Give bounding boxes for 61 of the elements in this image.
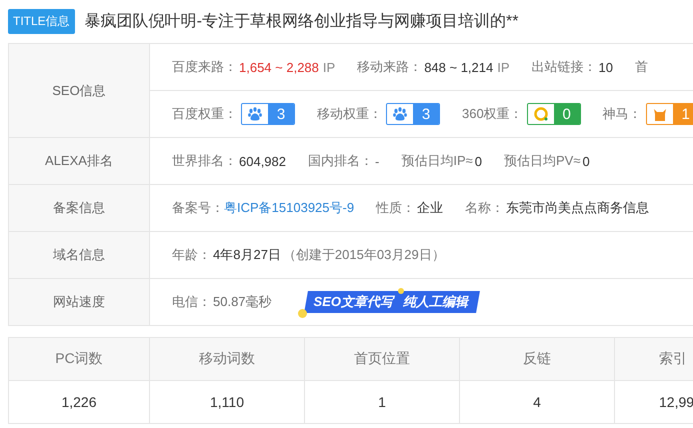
field-value: 604,982 xyxy=(239,154,286,168)
row-label: 备案信息 xyxy=(9,185,150,231)
column-header: 索引 xyxy=(658,349,688,368)
field-label: 世界排名： xyxy=(172,152,237,170)
field-label: 国内排名： xyxy=(308,152,373,170)
paw-icon xyxy=(247,106,263,122)
column-header: 反链 xyxy=(460,338,615,380)
row-label: SEO信息 xyxy=(9,44,150,137)
field-value: - xyxy=(375,154,380,168)
table-cell: 1 xyxy=(305,381,460,423)
table-cell-text: 12,99 xyxy=(658,393,693,412)
column-header: 首页位置 xyxy=(305,338,460,380)
table-cell: 1,226 xyxy=(9,381,150,423)
field-label: 移动来路： xyxy=(357,58,422,76)
field-value: 企业 xyxy=(417,199,444,217)
field-value: 0 xyxy=(474,154,482,168)
field-label: 出站链接： xyxy=(532,58,597,76)
record-link[interactable]: 粤ICP备15103925号-9 xyxy=(224,199,354,217)
field-label: 神马： xyxy=(602,105,642,123)
unit-label: IP xyxy=(497,60,510,74)
title-label: TITLE信息 xyxy=(8,9,75,34)
field-value: 东莞市尚美点点商务信息 xyxy=(506,199,650,217)
field-value: 848 ~ 1,214 xyxy=(424,60,494,74)
row-label: ALEXA排名 xyxy=(9,138,150,184)
paw-icon xyxy=(392,106,408,122)
unit-label: IP xyxy=(322,60,336,74)
ring-icon xyxy=(532,106,549,122)
field-label: 预估日均PV≈ xyxy=(504,152,580,170)
dot-icon xyxy=(298,309,307,318)
field-label: 预估日均IP≈ xyxy=(401,152,473,170)
field-value: 0 xyxy=(582,154,590,168)
column-header: PC词数 xyxy=(9,338,150,380)
field-label: 百度来路： xyxy=(172,58,237,76)
row-label: 网站速度 xyxy=(9,279,150,325)
weight-badge: 3 xyxy=(386,103,440,125)
field-label: 360权重： xyxy=(462,105,523,123)
field-value: 1,654 ~ 2,288 xyxy=(239,60,319,74)
row-label: 域名信息 xyxy=(9,232,150,278)
field-label: 首 xyxy=(635,58,648,76)
field-label: 百度权重： xyxy=(172,105,237,123)
dot-icon xyxy=(398,288,404,294)
column-header: 移动词数 xyxy=(150,338,305,380)
site-title: 暴疯团队倪叶明-专注于草根网络创业指导与网赚项目培训的** xyxy=(84,12,518,32)
field-label: 备案号： xyxy=(172,199,224,217)
field-note: （创建于2015年03月29日） xyxy=(282,246,445,264)
field-value: 4年8月27日 xyxy=(213,246,281,264)
field-label: 电信： xyxy=(172,293,211,311)
weight-badge: 1 xyxy=(646,103,693,125)
field-value: 50.87毫秒 xyxy=(213,293,272,311)
banner-text: SEO文章代写 xyxy=(314,293,394,311)
field-label: 名称： xyxy=(465,199,504,217)
weight-badge: 0 xyxy=(526,103,581,125)
table-cell: 4 xyxy=(460,381,615,423)
table-cell: 1,110 xyxy=(150,381,305,423)
field-value: 10 xyxy=(598,60,613,74)
field-label: 性质： xyxy=(376,199,416,217)
field-label: 移动权重： xyxy=(317,105,382,123)
field-label: 年龄： xyxy=(172,246,211,264)
banner-text: 纯人工编辑 xyxy=(403,293,468,311)
horse-icon xyxy=(652,106,668,122)
weight-badge: 3 xyxy=(241,103,295,125)
